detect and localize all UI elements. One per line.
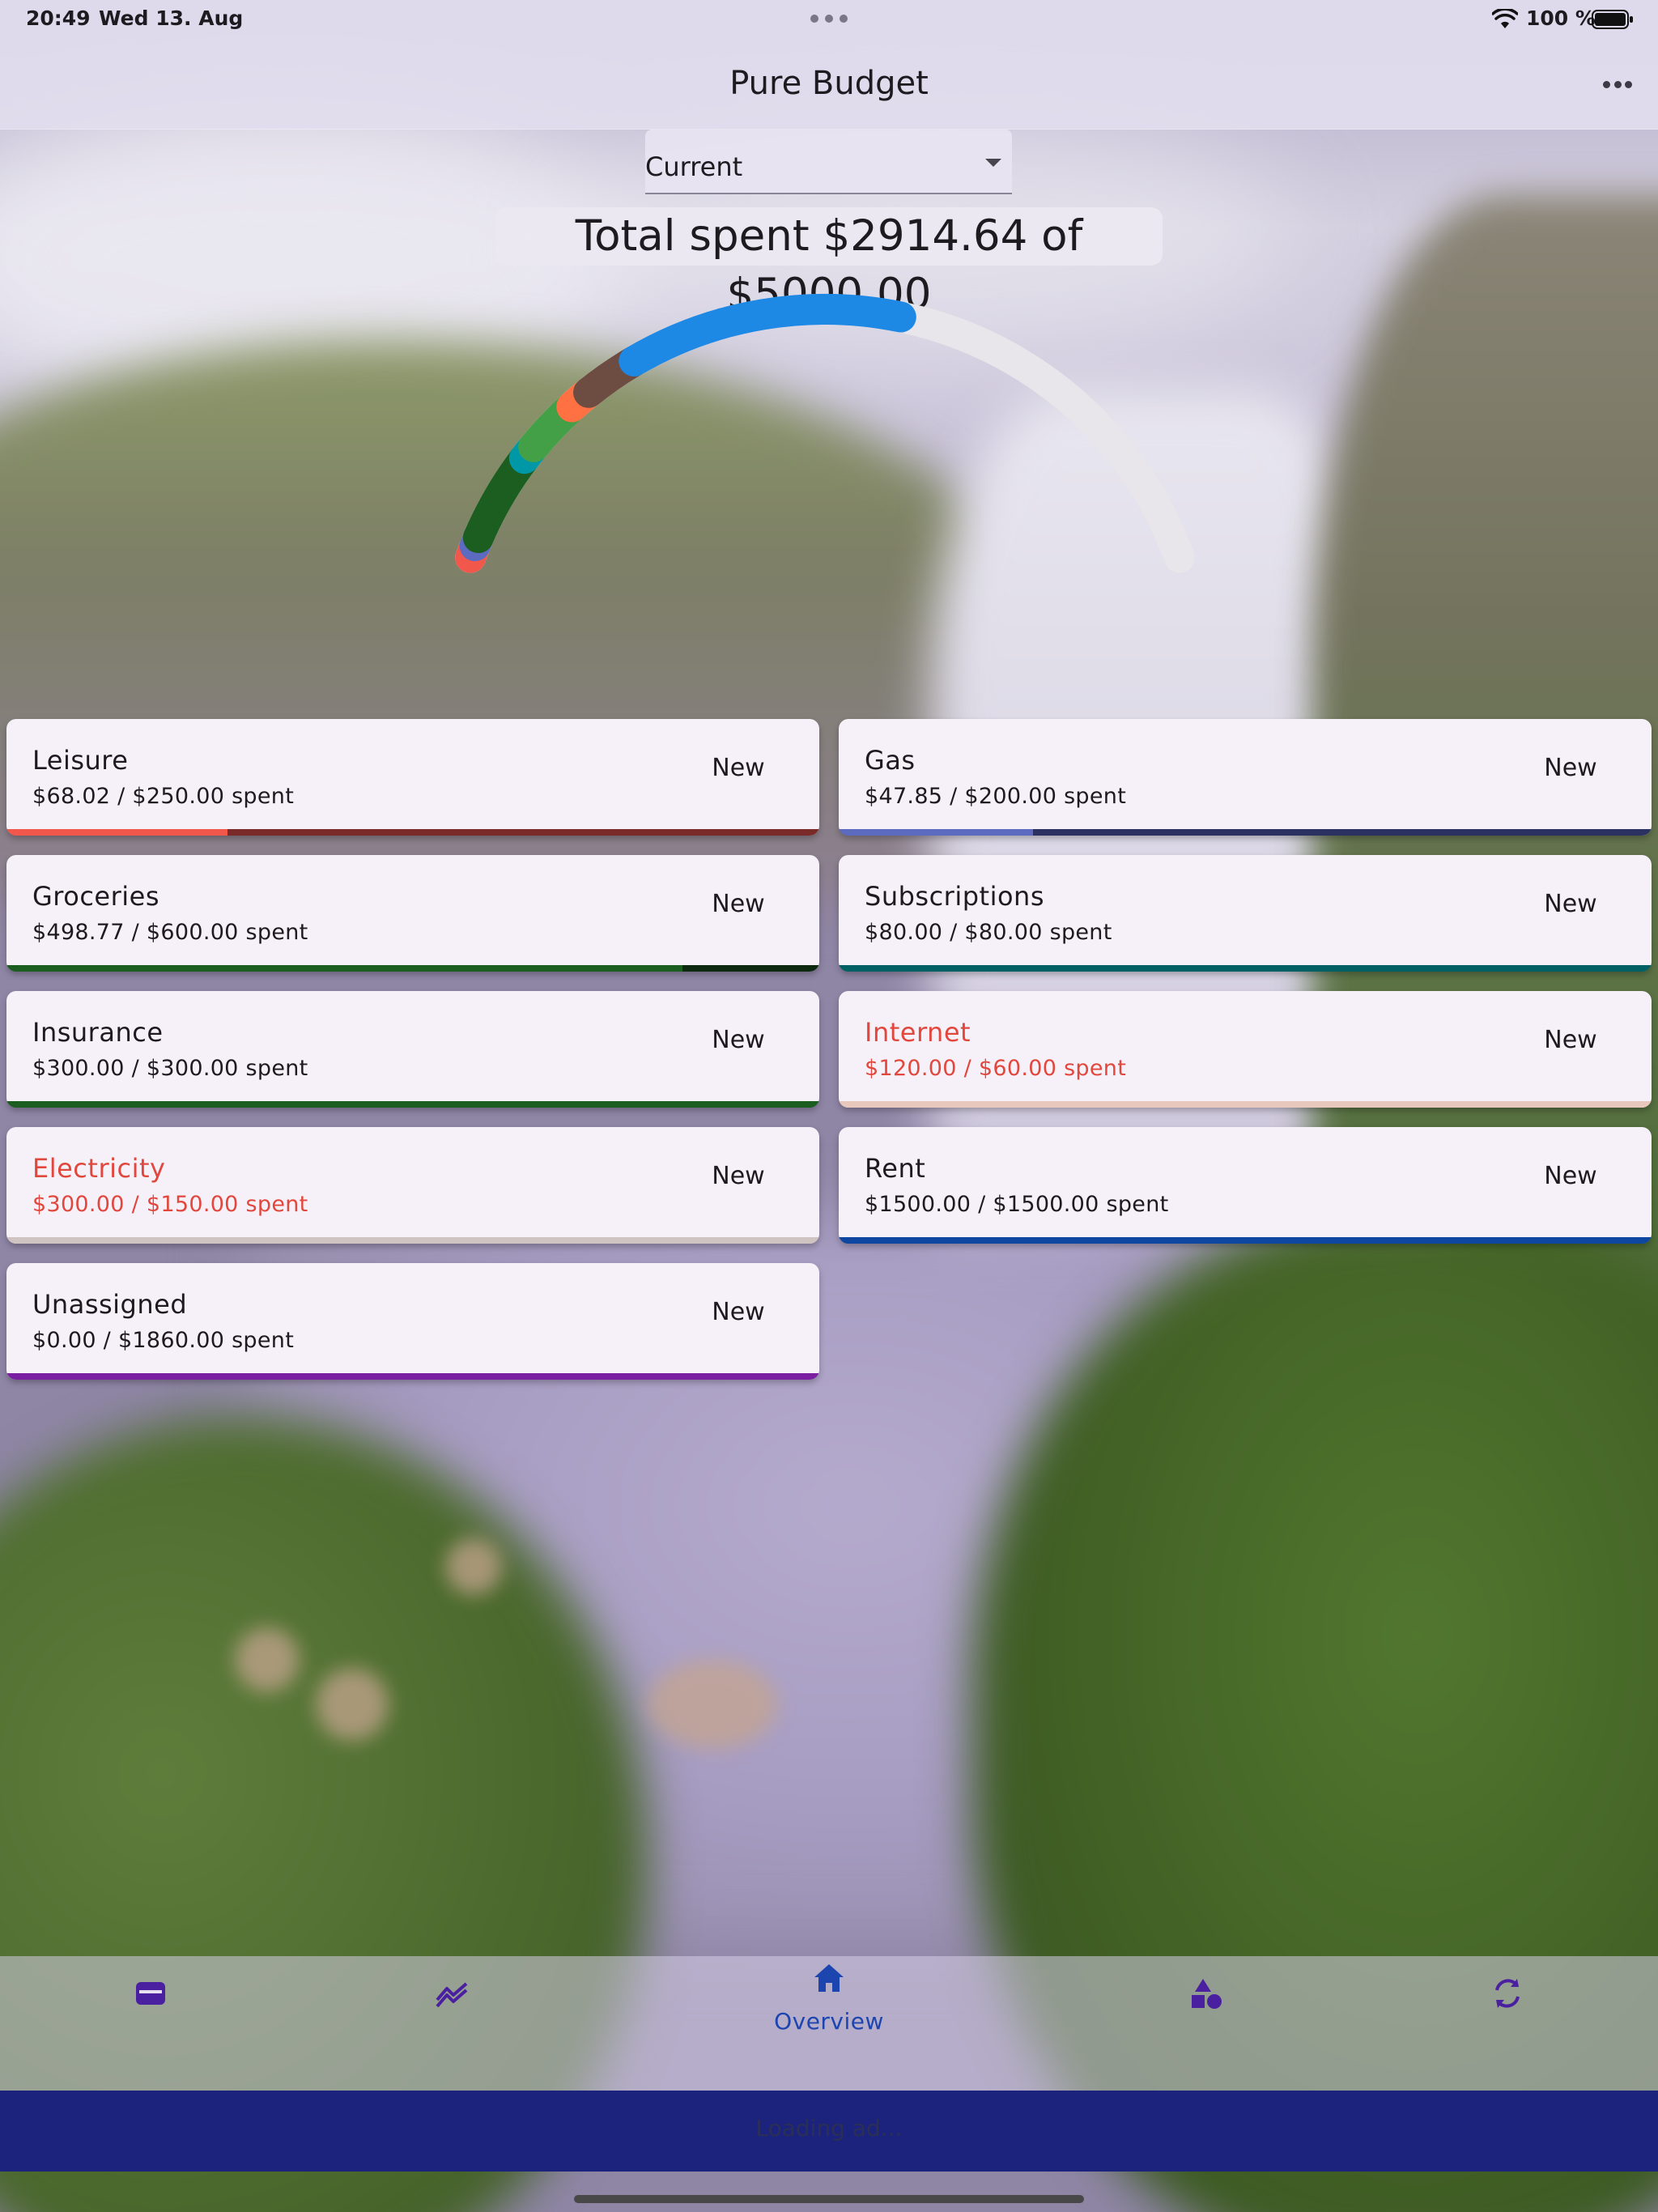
new-expense-button[interactable]: New — [691, 1012, 785, 1069]
multitasking-dots-icon[interactable] — [810, 15, 848, 23]
category-amount: $300.00 / $150.00 spent — [32, 1192, 308, 1217]
trend-icon — [432, 1974, 471, 2013]
wifi-icon — [1492, 9, 1518, 28]
category-amount: $1500.00 / $1500.00 spent — [865, 1192, 1169, 1217]
nav-label: Overview — [774, 2008, 884, 2035]
category-card-leisure[interactable]: Leisure $68.02 / $250.00 spent New — [6, 719, 819, 836]
nav-item-trend[interactable] — [301, 1956, 602, 2091]
category-amount: $498.77 / $600.00 spent — [32, 920, 308, 945]
category-card-rent[interactable]: Rent $1500.00 / $1500.00 spent New — [839, 1127, 1652, 1244]
battery-icon — [1592, 10, 1633, 29]
category-progress-bar — [6, 1237, 819, 1244]
category-card-electricity[interactable]: Electricity $300.00 / $150.00 spent New — [6, 1127, 819, 1244]
nav-item-wallet[interactable] — [0, 1956, 301, 2091]
category-progress-fill — [839, 1237, 1652, 1244]
category-name: Internet — [865, 1017, 971, 1048]
home-icon — [810, 1959, 848, 1998]
background-flower — [445, 1538, 502, 1595]
category-progress-bar — [839, 1237, 1652, 1244]
category-name: Rent — [865, 1153, 926, 1184]
new-expense-button[interactable]: New — [691, 1284, 785, 1341]
bottom-navigation: Overview — [0, 1956, 1658, 2091]
new-expense-button[interactable]: New — [1524, 740, 1618, 797]
category-amount: $300.00 / $300.00 spent — [32, 1056, 308, 1081]
category-amount: $68.02 / $250.00 spent — [32, 784, 295, 809]
category-amount: $120.00 / $60.00 spent — [865, 1056, 1127, 1081]
category-progress-fill — [839, 829, 1034, 836]
category-progress-bar — [839, 1101, 1652, 1108]
status-bar: 20:49 Wed 13. Aug 100 % — [0, 0, 1658, 40]
more-options-icon[interactable] — [1603, 81, 1632, 89]
new-expense-button[interactable]: New — [1524, 1012, 1618, 1069]
category-progress-fill — [6, 829, 228, 836]
category-progress-bar — [6, 1101, 819, 1108]
category-name: Gas — [865, 745, 916, 776]
category-progress-bar — [6, 1373, 819, 1380]
new-expense-button[interactable]: New — [691, 1148, 785, 1205]
background-flower — [316, 1668, 389, 1741]
period-select-value: Current — [645, 151, 743, 182]
category-progress-bar — [839, 965, 1652, 972]
category-card-subscriptions[interactable]: Subscriptions $80.00 / $80.00 spent New — [839, 855, 1652, 972]
category-progress-fill — [6, 965, 682, 972]
category-name: Insurance — [32, 1017, 164, 1048]
wallet-icon — [131, 1974, 170, 2013]
period-select[interactable]: Current — [645, 130, 1012, 194]
category-name: Electricity — [32, 1153, 166, 1184]
nav-item-home[interactable]: Overview — [678, 1956, 980, 2091]
status-date: Wed 13. Aug — [99, 6, 244, 30]
category-name: Subscriptions — [865, 881, 1044, 912]
category-amount: $47.85 / $200.00 spent — [865, 784, 1127, 809]
ad-banner[interactable]: Loading ad... — [0, 2091, 1658, 2172]
category-amount: $80.00 / $80.00 spent — [865, 920, 1112, 945]
category-name: Unassigned — [32, 1289, 188, 1320]
home-indicator[interactable] — [574, 2195, 1084, 2203]
background-flower — [648, 1660, 777, 1749]
new-expense-button[interactable]: New — [1524, 1148, 1618, 1205]
category-name: Groceries — [32, 881, 160, 912]
battery-percentage: 100 % — [1526, 6, 1596, 30]
new-expense-button[interactable]: New — [1524, 876, 1618, 933]
background-flower — [235, 1627, 300, 1692]
category-progress-bar — [839, 829, 1652, 836]
total-spent-label: Total spent $2914.64 of $5000.00 — [495, 207, 1163, 319]
category-card-insurance[interactable]: Insurance $300.00 / $300.00 spent New — [6, 991, 819, 1108]
category-card-groceries[interactable]: Groceries $498.77 / $600.00 spent New — [6, 855, 819, 972]
nav-item-categories[interactable] — [1056, 1956, 1357, 2091]
nav-item-sync[interactable] — [1357, 1956, 1658, 2091]
category-progress-bar — [6, 829, 819, 836]
category-card-unassigned[interactable]: Unassigned $0.00 / $1860.00 spent New — [6, 1263, 819, 1380]
category-card-internet[interactable]: Internet $120.00 / $60.00 spent New — [839, 991, 1652, 1108]
status-time: 20:49 — [26, 6, 91, 30]
new-expense-button[interactable]: New — [691, 876, 785, 933]
sync-icon — [1488, 1974, 1527, 2013]
category-progress-fill — [839, 965, 1652, 972]
category-amount: $0.00 / $1860.00 spent — [32, 1328, 295, 1353]
category-progress-fill — [6, 1237, 819, 1244]
dropdown-arrow-icon — [985, 159, 1001, 167]
app-title: Pure Budget — [729, 65, 929, 102]
ad-loading-text: Loading ad... — [755, 2115, 903, 2142]
category-progress-bar — [6, 965, 819, 972]
category-card-gas[interactable]: Gas $47.85 / $200.00 spent New — [839, 719, 1652, 836]
category-progress-fill — [839, 1101, 1652, 1108]
categories-icon — [1187, 1974, 1226, 2013]
new-expense-button[interactable]: New — [691, 740, 785, 797]
category-name: Leisure — [32, 745, 129, 776]
category-progress-fill — [6, 1101, 819, 1108]
